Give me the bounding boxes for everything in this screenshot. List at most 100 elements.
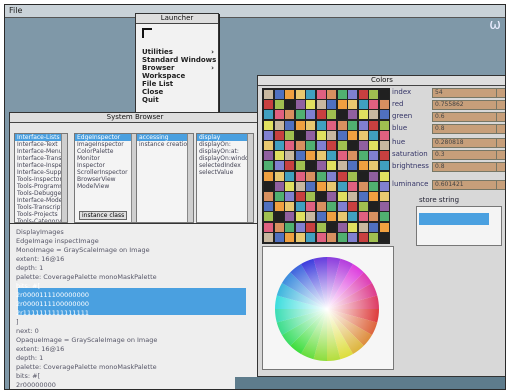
color-swatch[interactable] — [327, 90, 336, 99]
color-swatch[interactable] — [306, 141, 315, 150]
category-pane[interactable]: Interface-Lists Interface-Text Interface-M… — [14, 133, 68, 223]
color-swatch[interactable] — [306, 212, 315, 222]
color-swatch[interactable] — [358, 100, 368, 110]
pane-list-item[interactable]: BrowserView — [75, 176, 137, 183]
menu-bar-title[interactable]: File — [9, 6, 22, 15]
color-swatch[interactable] — [316, 161, 326, 171]
color-swatch[interactable] — [337, 130, 347, 140]
color-field-input[interactable]: 0.8 — [432, 124, 498, 134]
color-swatch[interactable] — [379, 90, 389, 99]
color-swatch[interactable] — [369, 141, 378, 150]
pane-list-item[interactable]: selectValue — [197, 169, 253, 176]
color-swatch[interactable] — [369, 161, 378, 171]
color-swatch[interactable] — [327, 130, 336, 140]
corner-icon[interactable]: ω — [489, 17, 501, 33]
color-swatch[interactable] — [358, 192, 368, 201]
pane-list-item[interactable]: Interface-Transcript — [15, 155, 67, 162]
color-swatch[interactable] — [316, 181, 326, 191]
color-swatch[interactable] — [327, 161, 336, 171]
color-swatch[interactable] — [316, 120, 326, 130]
pane-list-item[interactable]: ColorPalette — [75, 148, 137, 155]
color-swatch[interactable] — [306, 222, 315, 232]
color-swatch[interactable] — [337, 232, 347, 242]
color-swatch[interactable] — [274, 212, 284, 222]
color-swatch[interactable] — [358, 181, 368, 191]
color-swatch[interactable] — [285, 120, 294, 130]
color-swatch[interactable] — [306, 202, 315, 212]
color-swatch[interactable] — [348, 192, 357, 201]
color-swatch[interactable] — [274, 151, 284, 161]
pane-list-item[interactable]: Interface-Text — [15, 141, 67, 148]
color-swatch[interactable] — [358, 130, 368, 140]
color-swatch[interactable] — [295, 151, 305, 161]
color-field-slider[interactable] — [496, 112, 505, 122]
color-swatch[interactable] — [316, 171, 326, 181]
color-swatch[interactable] — [274, 90, 284, 99]
color-swatch[interactable] — [358, 202, 368, 212]
color-wheel-box[interactable] — [262, 246, 394, 370]
color-swatch[interactable] — [316, 202, 326, 212]
color-swatch[interactable] — [295, 120, 305, 130]
pane-list-item[interactable]: Interface-Models — [15, 197, 67, 204]
protocol-pane[interactable]: accessing instance creation — [136, 133, 194, 223]
color-swatch[interactable] — [327, 100, 336, 110]
color-swatch[interactable] — [285, 90, 294, 99]
color-swatch[interactable] — [295, 212, 305, 222]
color-swatch[interactable] — [264, 192, 273, 201]
launcher-item-file-list[interactable]: File List — [142, 80, 214, 88]
inspector-text[interactable]: DisplayImages EdgeImage inspectImage Mon… — [16, 228, 157, 389]
color-swatch[interactable] — [327, 222, 336, 232]
pane-list-item[interactable]: displayOn:window: — [197, 155, 253, 162]
color-swatch[interactable] — [327, 202, 336, 212]
pane-list-item[interactable]: displayOn:at: — [197, 148, 253, 155]
color-field-input[interactable]: 0.3 — [432, 150, 498, 160]
color-field-input[interactable]: 0.601421 — [432, 180, 498, 190]
color-swatch[interactable] — [264, 202, 273, 212]
pane-list-item[interactable]: ImageInspector — [75, 141, 137, 148]
color-swatch[interactable] — [358, 120, 368, 130]
color-swatch[interactable] — [379, 100, 389, 110]
color-swatch[interactable] — [306, 90, 315, 99]
color-swatch[interactable] — [348, 130, 357, 140]
color-swatch[interactable] — [295, 90, 305, 99]
color-swatch[interactable] — [316, 151, 326, 161]
color-swatch[interactable] — [358, 212, 368, 222]
pane-list-item[interactable]: Interface-Lists — [15, 134, 67, 141]
instance-class-toggle[interactable]: instance class — [79, 211, 128, 220]
color-swatch[interactable] — [327, 141, 336, 150]
color-swatch[interactable] — [369, 171, 378, 181]
color-swatch[interactable] — [327, 232, 336, 242]
color-field-slider[interactable] — [496, 100, 505, 110]
color-swatch[interactable] — [337, 202, 347, 212]
pane-list-item[interactable]: Interface-Support — [15, 169, 67, 176]
color-swatch[interactable] — [358, 171, 368, 181]
color-swatch[interactable] — [295, 222, 305, 232]
color-swatch[interactable] — [264, 130, 273, 140]
stored-string-box[interactable]: store string — [416, 196, 502, 246]
color-swatch[interactable] — [369, 130, 378, 140]
color-swatch[interactable] — [295, 130, 305, 140]
color-swatch[interactable] — [285, 222, 294, 232]
pane-list-item[interactable]: accessing — [137, 134, 193, 141]
color-swatch[interactable] — [274, 232, 284, 242]
color-swatch[interactable] — [337, 141, 347, 150]
color-swatch[interactable] — [337, 171, 347, 181]
pane-list-item[interactable]: Tools-Debugger — [15, 190, 67, 197]
color-swatch[interactable] — [379, 141, 389, 150]
color-swatch[interactable] — [348, 232, 357, 242]
scrollbar[interactable] — [247, 134, 253, 222]
color-swatch[interactable] — [306, 232, 315, 242]
color-swatch[interactable] — [306, 130, 315, 140]
color-swatch[interactable] — [379, 202, 389, 212]
color-swatch[interactable] — [358, 151, 368, 161]
color-field-input[interactable]: 0.8 — [432, 162, 498, 172]
color-swatch[interactable] — [327, 120, 336, 130]
launcher-item-browser[interactable]: Browser — [142, 64, 214, 72]
pane-list-item[interactable]: Tools-Transcript — [15, 204, 67, 211]
color-swatch[interactable] — [264, 100, 273, 110]
color-swatch[interactable] — [316, 110, 326, 120]
color-swatch[interactable] — [285, 141, 294, 150]
color-swatch[interactable] — [358, 141, 368, 150]
class-pane[interactable]: instance class EdgeInspector ImageInspecto… — [74, 133, 138, 223]
color-swatch[interactable] — [316, 130, 326, 140]
